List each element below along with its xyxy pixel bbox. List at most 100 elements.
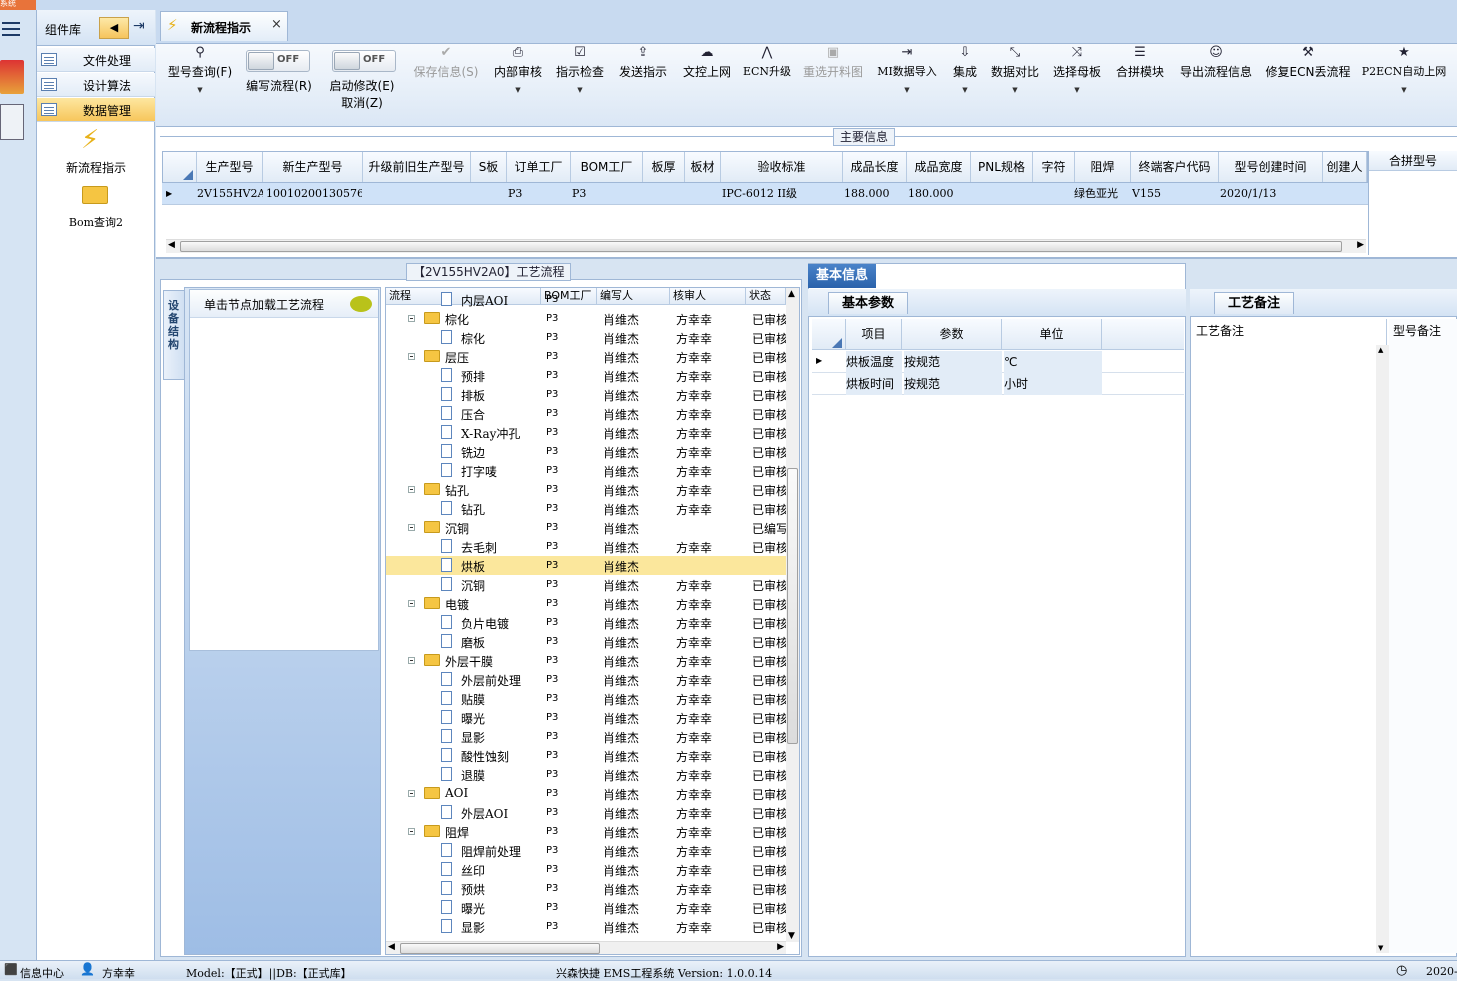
tree-item-row[interactable]: 压合 P3 肖维杰 方幸幸 已审核 — [386, 404, 786, 423]
col-header[interactable]: 终端客户代码 — [1131, 152, 1219, 182]
tree-item-row[interactable]: 磨板 P3 肖维杰 方幸幸 已审核 — [386, 632, 786, 651]
start-modify-toggle[interactable]: OFF — [332, 50, 396, 72]
table-row[interactable]: 烘板时间 按规范 小时 — [812, 373, 1184, 395]
table-row[interactable]: ▶ 烘板温度 按规范 ℃ — [812, 351, 1184, 373]
tab-basic-params[interactable]: 基本参数 — [828, 292, 908, 314]
tree-folder-row[interactable]: 钻孔 P3 肖维杰 方幸幸 已审核 — [386, 480, 786, 499]
collapse-icon[interactable] — [408, 657, 415, 664]
tree-item-row[interactable]: 打字唛 P3 肖维杰 方幸幸 已审核 — [386, 461, 786, 480]
tree-item-row[interactable]: 曝光 P3 肖维杰 方幸幸 已审核 — [386, 708, 786, 727]
col-header[interactable]: 新生产型号 — [263, 152, 363, 182]
tree-item-row[interactable]: 曝光 P3 肖维杰 方幸幸 已审核 — [386, 898, 786, 917]
tree-item-row[interactable]: 外层AOI P3 肖维杰 方幸幸 已审核 — [386, 803, 786, 822]
model-notes-field[interactable]: 型号备注 — [1389, 319, 1457, 953]
col-header[interactable]: 单位 — [1002, 319, 1102, 350]
col-header[interactable]: 阻焊 — [1075, 152, 1131, 182]
collapse-icon[interactable] — [408, 524, 415, 531]
scroll-thumb[interactable] — [787, 468, 798, 744]
col-header[interactable]: 成品长度 — [843, 152, 907, 182]
tree-item-row[interactable]: 退膜 P3 肖维杰 方幸幸 已审核 — [386, 765, 786, 784]
col-header[interactable]: 型号创建时间 — [1219, 152, 1323, 182]
scroll-up-icon[interactable]: ▲ — [788, 289, 795, 299]
scroll-left-icon[interactable]: ◀ — [168, 240, 175, 250]
tree-item-row[interactable]: 显影 P3 肖维杰 方幸幸 已审核 — [386, 727, 786, 746]
tree-item-row[interactable]: 沉铜 P3 肖维杰 方幸幸 已审核 — [386, 575, 786, 594]
tree-folder-row[interactable]: 沉铜 P3 肖维杰 已编写 — [386, 518, 786, 537]
integrate-button[interactable]: ⇩ 集成 ▼ — [946, 44, 984, 124]
collapse-icon[interactable] — [408, 600, 415, 607]
col-header[interactable]: PNL规格 — [971, 152, 1033, 182]
col-header[interactable]: S板 — [471, 152, 507, 182]
instruction-check-button[interactable]: ☑ 指示检查 ▼ — [552, 44, 608, 124]
pin-icon[interactable]: ⇥ — [133, 18, 145, 34]
tree-item-row[interactable]: 预烘 P3 肖维杰 方幸幸 已审核 — [386, 879, 786, 898]
scroll-left-icon[interactable]: ◀ — [388, 942, 395, 952]
tree-item-row[interactable]: 排板 P3 肖维杰 方幸幸 已审核 — [386, 385, 786, 404]
lib-item-design-algorithm[interactable]: 设计算法 — [37, 73, 155, 97]
col-header[interactable]: 生产型号 — [197, 152, 263, 182]
tree-item-row[interactable]: 内层AOI P3 — [386, 290, 786, 309]
tree-folder-row[interactable]: AOI P3 肖维杰 方幸幸 已审核 — [386, 784, 786, 803]
tree-item-row[interactable]: 贴膜 P3 肖维杰 方幸幸 已审核 — [386, 689, 786, 708]
write-process-toggle[interactable]: OFF — [246, 50, 310, 72]
col-header[interactable]: 成品宽度 — [907, 152, 971, 182]
col-header[interactable]: 升级前旧生产型号 — [363, 152, 471, 182]
col-header[interactable]: 订单工厂 — [507, 152, 571, 182]
col-header[interactable]: 板材 — [685, 152, 721, 182]
tree-item-row[interactable]: 钻孔 P3 肖维杰 方幸幸 已审核 — [386, 499, 786, 518]
tree-item-row[interactable]: 阻焊前处理 P3 肖维杰 方幸幸 已审核 — [386, 841, 786, 860]
tree-item-row[interactable]: 外层前处理 P3 肖维杰 方幸幸 已审核 — [386, 670, 786, 689]
tree-item-row[interactable]: 铣边 P3 肖维杰 方幸幸 已审核 — [386, 442, 786, 461]
scroll-right-icon[interactable]: ▶ — [777, 942, 784, 952]
tab-basic-info[interactable]: 基本信息 — [808, 264, 876, 288]
tree-item-row[interactable]: 负片电镀 P3 肖维杰 方幸幸 已审核 — [386, 613, 786, 632]
close-icon[interactable]: × — [271, 17, 282, 32]
tree-folder-row[interactable]: 层压 P3 肖维杰 方幸幸 已审核 — [386, 347, 786, 366]
col-header[interactable]: 板厚 — [643, 152, 685, 182]
col-header[interactable]: 项目 — [846, 319, 902, 350]
ecn-upgrade-button[interactable]: ⋀ ECN升级 — [740, 44, 794, 124]
equipment-structure-tab[interactable]: 设备结构 — [163, 290, 185, 380]
select-master-board-button[interactable]: ⤨ 选择母板 ▼ — [1050, 44, 1104, 124]
tree-folder-row[interactable]: 外层干膜 P3 肖维杰 方幸幸 已审核 — [386, 651, 786, 670]
col-header[interactable]: 字符 — [1033, 152, 1075, 182]
col-header[interactable]: 验收标准 — [721, 152, 843, 182]
tree-hscrollbar[interactable]: ◀ ▶ — [386, 941, 786, 954]
collapse-left-icon[interactable]: ◀ — [99, 17, 129, 39]
param-value[interactable]: 按规范 — [904, 373, 1002, 395]
reselect-cutting-button[interactable]: ▣ 重选开料图 — [798, 44, 868, 124]
tree-folder-row[interactable]: 电镀 P3 肖维杰 方幸幸 已审核 — [386, 594, 786, 613]
collapse-icon[interactable] — [408, 790, 415, 797]
export-process-info-button[interactable]: ☺ 导出流程信息 — [1174, 44, 1258, 124]
collapse-icon[interactable] — [408, 353, 415, 360]
col-header[interactable]: 参数 — [902, 319, 1002, 350]
tree-item-row[interactable]: 丝印 P3 肖维杰 方幸幸 已审核 — [386, 860, 786, 879]
calculator-icon[interactable] — [0, 104, 24, 140]
mi-import-button[interactable]: ⇥ MI数据导入 ▼ — [872, 44, 942, 124]
tab-process-notes[interactable]: 工艺备注 — [1214, 292, 1294, 314]
tree-item-row[interactable]: 棕化 P3 肖维杰 方幸幸 已审核 — [386, 328, 786, 347]
model-query-button[interactable]: ⚲ 型号查询(F) ▼ — [162, 44, 238, 124]
scroll-right-icon[interactable]: ▶ — [1357, 240, 1364, 250]
tree-item-row[interactable]: X-Ray冲孔 P3 肖维杰 方幸幸 已审核 — [386, 423, 786, 442]
p2ecn-auto-online-button[interactable]: ★ P2ECN自动上网 ▼ — [1358, 44, 1450, 124]
notes-vscrollbar[interactable]: ▲ ▼ — [1376, 345, 1390, 953]
data-compare-button[interactable]: ⤡ 数据对比 ▼ — [988, 44, 1042, 124]
collapse-icon[interactable] — [408, 486, 415, 493]
lib-item-data-management[interactable]: 数据管理 — [37, 98, 155, 122]
tab-new-process[interactable]: ⚡ 新流程指示 × — [160, 11, 288, 41]
tree-item-row[interactable]: 去毛刺 P3 肖维杰 方幸幸 已审核 — [386, 537, 786, 556]
main-grid-hscrollbar[interactable]: ◀ ▶ — [166, 239, 1366, 253]
fix-ecn-button[interactable]: ⚒ 修复ECN丢流程 — [1264, 44, 1352, 124]
scroll-down-icon[interactable]: ▼ — [1378, 944, 1383, 952]
tree-item-row[interactable]: 预排 P3 肖维杰 方幸幸 已审核 — [386, 366, 786, 385]
scroll-up-icon[interactable]: ▲ — [1378, 346, 1383, 354]
tree-vscrollbar[interactable]: ▲ ▼ — [786, 288, 799, 942]
app-logo-icon[interactable] — [0, 60, 24, 94]
process-notes-field[interactable]: 工艺备注 — [1193, 319, 1387, 953]
collapse-icon[interactable] — [408, 828, 415, 835]
param-value[interactable]: 按规范 — [904, 351, 1002, 373]
merge-module-button[interactable]: ☰ 合拼模块 — [1112, 44, 1168, 124]
lib-item-file-processing[interactable]: 文件处理 — [37, 48, 155, 72]
doc-control-online-button[interactable]: ☁ 文控上网 — [678, 44, 736, 124]
